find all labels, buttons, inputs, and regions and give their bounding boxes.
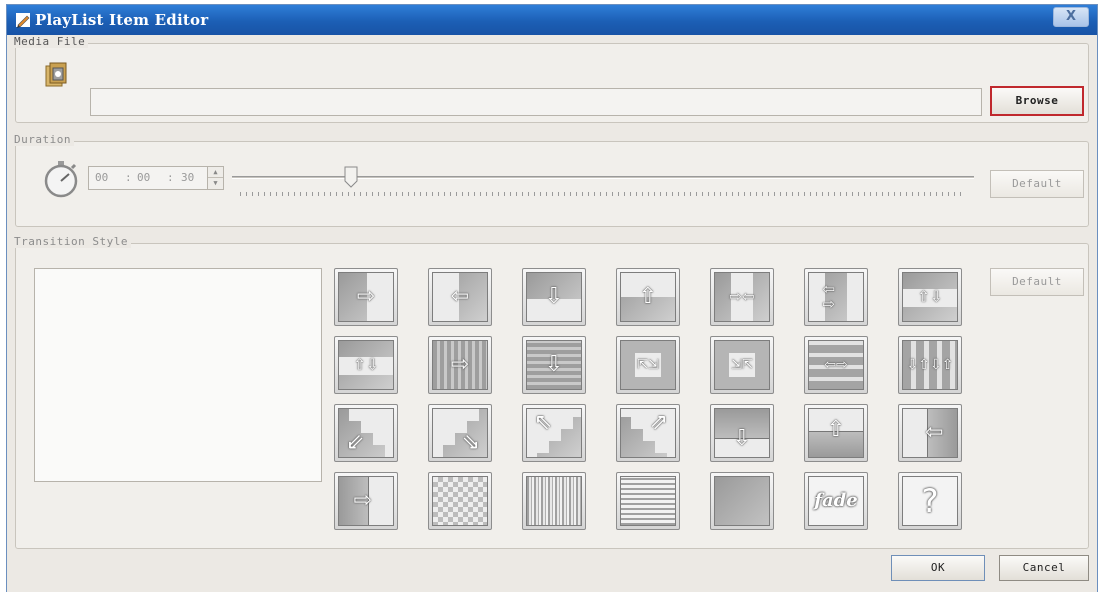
transition-split-out-horizontal[interactable]: ⇦ ⇨ [804, 268, 868, 326]
transition-horizontal-blinds[interactable]: ⇩ [522, 336, 586, 394]
browse-button[interactable]: Browse [990, 86, 1084, 116]
arrows-vertical-icon: ⇩⇧⇩⇧ [906, 357, 954, 373]
arrow-down-icon: ⇩ [544, 284, 564, 309]
transition-default-button[interactable]: Default [990, 268, 1084, 296]
cancel-button[interactable]: Cancel [999, 555, 1089, 581]
arrows-horizontal-icon: ⇦⇨ [824, 357, 848, 373]
transition-push-left[interactable]: ⇦ [428, 268, 492, 326]
arrows-vertical-icon: ⇧⇩ [917, 287, 943, 306]
transition-box-in[interactable]: ⇲⇱ [710, 336, 774, 394]
transition-strips-horizontal[interactable]: ⇦⇨ [804, 336, 868, 394]
transition-cut[interactable] [710, 472, 774, 530]
arrow-down-left-icon: ⇙ [345, 429, 365, 455]
duration-legend: Duration [14, 133, 74, 146]
transition-random-bars-vertical[interactable] [522, 472, 586, 530]
transition-style-group: Transition Style ⇨ ⇦ ⇩ ⇧ ⇨⇦ ⇦ ⇨ ⇧⇩ ⇧⇩ ⇨ … [14, 235, 1089, 549]
transition-cover-left[interactable]: ⇦ [898, 404, 962, 462]
arrow-up-left-icon: ⇖ [533, 410, 553, 436]
question-mark-icon: ? [921, 482, 939, 520]
duration-spinner[interactable]: ▲ ▼ [207, 167, 223, 189]
transition-stairs-up-right[interactable]: ⇗ [616, 404, 680, 462]
duration-seconds: 30 [181, 171, 195, 184]
transition-strips-vertical[interactable]: ⇩⇧⇩⇧ [898, 336, 962, 394]
window-title: PlayList Item Editor [35, 11, 209, 29]
playlist-item-editor-window: PlayList Item Editor X Media File Browse… [6, 4, 1098, 592]
title-bar: PlayList Item Editor X [7, 5, 1097, 35]
transition-push-up[interactable]: ⇧ [616, 268, 680, 326]
stopwatch-icon [44, 161, 78, 198]
media-file-group: Media File Browse [14, 35, 1089, 123]
media-file-icon [45, 62, 67, 87]
transition-fade[interactable]: fade [804, 472, 868, 530]
duration-group: Duration 00 : 00 : 30 ▲ ▼ Default [14, 133, 1089, 227]
transition-dissolve[interactable] [428, 472, 492, 530]
transition-cover-right[interactable]: ⇨ [334, 472, 398, 530]
arrow-right-icon: ⇨ [450, 352, 470, 377]
transition-push-down[interactable]: ⇩ [522, 268, 586, 326]
ok-button[interactable]: OK [891, 555, 985, 581]
arrow-right-icon: ⇨ [356, 284, 376, 309]
close-button[interactable]: X [1053, 7, 1089, 27]
transition-split-vertical[interactable]: ⇧⇩ [898, 268, 962, 326]
arrow-left-icon: ⇦ [450, 284, 470, 309]
transition-stairs-up-left[interactable]: ⇖ [522, 404, 586, 462]
spin-down-icon[interactable]: ▼ [208, 178, 223, 188]
close-icon: X [1065, 9, 1077, 24]
app-pencil-icon [16, 13, 30, 28]
transition-random[interactable]: ? [898, 472, 962, 530]
arrows-inward-icon: ⇨⇦ [729, 287, 755, 306]
arrow-down-icon: ⇩ [544, 352, 564, 377]
spin-up-icon[interactable]: ▲ [208, 167, 223, 178]
transition-cover-down[interactable]: ⇩ [710, 404, 774, 462]
transition-stairs-down-left[interactable]: ⇙ [334, 404, 398, 462]
duration-sep-2: : [167, 171, 174, 184]
media-file-path-field[interactable] [90, 88, 982, 116]
transition-split-updown[interactable]: ⇧⇩ [334, 336, 398, 394]
arrow-down-icon: ⇩ [732, 425, 752, 451]
arrows-expand-icon: ⇱⇲ [637, 357, 659, 373]
transition-vertical-blinds[interactable]: ⇨ [428, 336, 492, 394]
transition-preview [34, 268, 322, 482]
fade-label: fade [814, 490, 858, 511]
transition-style-legend: Transition Style [14, 235, 131, 248]
arrow-left-icon: ⇦ [925, 420, 944, 445]
arrows-outward-icon: ⇦ ⇨ [822, 280, 836, 313]
transition-box-out[interactable]: ⇱⇲ [616, 336, 680, 394]
transition-cover-up[interactable]: ⇧ [804, 404, 868, 462]
arrow-down-right-icon: ⇘ [461, 429, 481, 455]
duration-hours: 00 [95, 171, 109, 184]
duration-slider[interactable] [232, 166, 974, 202]
arrows-updown-icon: ⇧⇩ [353, 355, 379, 374]
duration-default-button[interactable]: Default [990, 170, 1084, 198]
duration-time-input[interactable]: 00 : 00 : 30 ▲ ▼ [88, 166, 224, 190]
arrows-contract-icon: ⇲⇱ [731, 357, 753, 373]
transition-stairs-down-right[interactable]: ⇘ [428, 404, 492, 462]
transition-random-bars-horizontal[interactable] [616, 472, 680, 530]
arrow-up-icon: ⇧ [638, 284, 658, 309]
arrow-up-right-icon: ⇗ [649, 410, 669, 436]
slider-thumb[interactable] [344, 166, 358, 188]
slider-ticks [240, 192, 966, 196]
transition-push-right[interactable]: ⇨ [334, 268, 398, 326]
arrow-up-icon: ⇧ [826, 417, 846, 443]
transition-split-in-horizontal[interactable]: ⇨⇦ [710, 268, 774, 326]
media-file-legend: Media File [14, 35, 89, 48]
arrow-right-icon: ⇨ [353, 488, 372, 513]
duration-minutes: 00 [137, 171, 151, 184]
duration-sep-1: : [125, 171, 132, 184]
